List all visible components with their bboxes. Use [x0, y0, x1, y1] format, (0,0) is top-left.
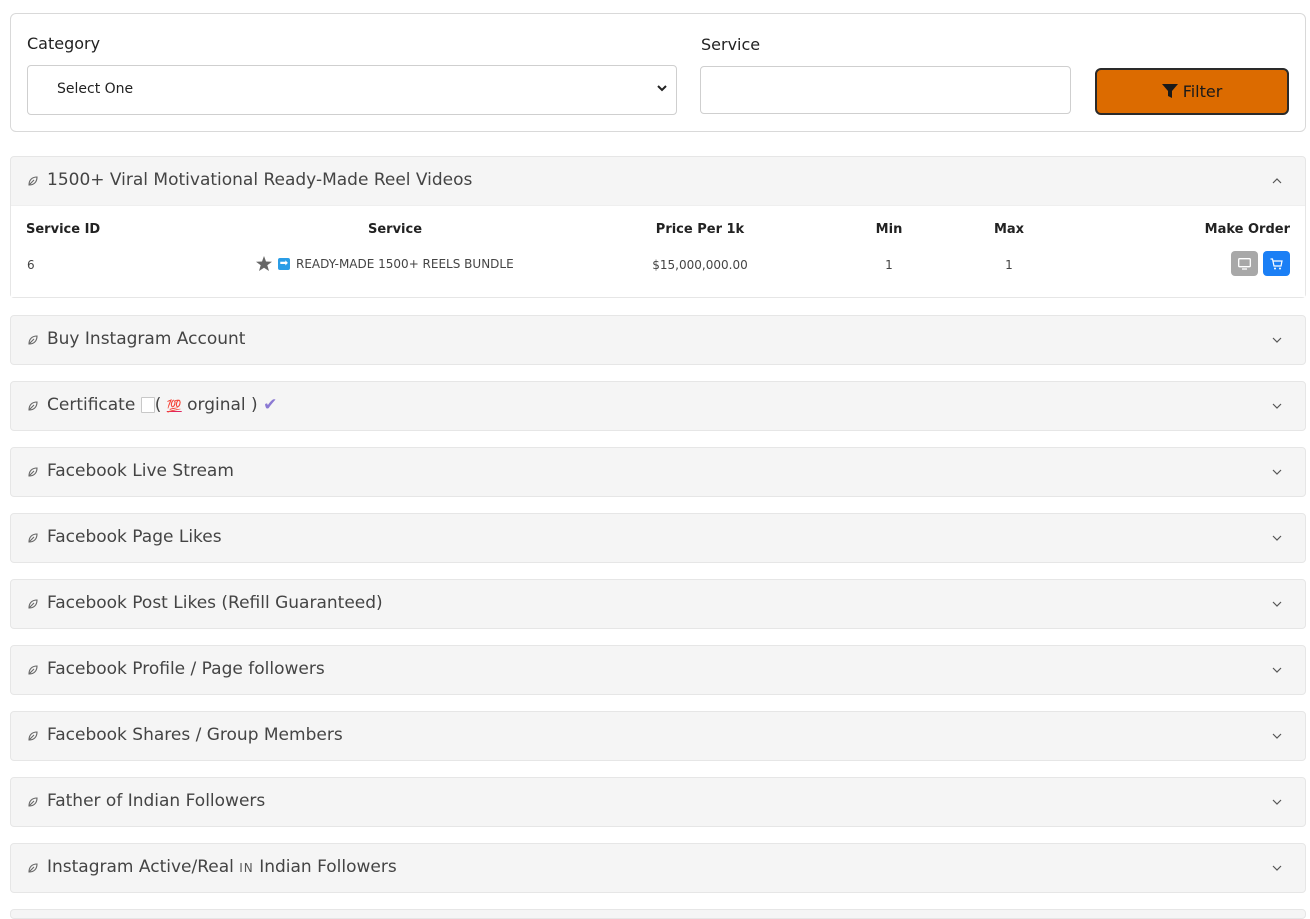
col-header-make-order: Make Order	[1204, 222, 1290, 237]
category-accordion[interactable]: Instagram Active/Real IN Indian Follower…	[10, 843, 1306, 893]
memo-icon	[140, 397, 155, 413]
filter-button-label: Filter	[1182, 82, 1223, 101]
filter-panel: Category Select One Service Filter	[10, 13, 1306, 132]
chevron-down-icon[interactable]	[1271, 598, 1283, 610]
accordion-title: Certificate ( 💯 orginal ) ✔	[47, 395, 277, 415]
chevron-down-icon[interactable]	[1271, 730, 1283, 742]
accordion-title: Facebook Page Likes	[47, 527, 222, 547]
accordion-header[interactable]: Facebook Shares / Group Members	[11, 712, 1305, 760]
accordion-title: Instagram Active/Real IN Indian Follower…	[47, 857, 397, 877]
leaf-icon	[28, 335, 38, 345]
category-accordion[interactable]: Facebook Shares / Group Members	[10, 711, 1306, 761]
chevron-down-icon[interactable]	[1271, 862, 1283, 874]
title-text-2: orginal )	[187, 395, 258, 415]
accordion-title: Facebook Shares / Group Members	[47, 725, 343, 745]
cell-max: 1	[1005, 258, 1013, 272]
cell-price: $15,000,000.00	[652, 258, 748, 272]
accordion-header[interactable]: Father of Indian Followers	[11, 778, 1305, 826]
chevron-down-icon[interactable]	[1271, 400, 1283, 412]
leaf-icon	[28, 176, 38, 186]
accordion-header[interactable]: Buy Instagram Account	[11, 316, 1305, 364]
star-icon[interactable]	[256, 256, 272, 271]
leaf-icon	[28, 467, 38, 477]
view-details-button[interactable]	[1231, 251, 1258, 276]
category-select[interactable]: Select One	[27, 65, 677, 115]
category-accordion[interactable]: Facebook Profile / Page followers	[10, 645, 1306, 695]
chevron-down-icon[interactable]	[1271, 532, 1283, 544]
accordion-title: Father of Indian Followers	[47, 791, 266, 811]
leaf-icon	[28, 533, 38, 543]
chevron-down-icon[interactable]	[1271, 466, 1283, 478]
leaf-icon	[28, 731, 38, 741]
hundred-points-icon: 💯	[166, 399, 182, 413]
leaf-icon	[28, 863, 38, 873]
category-accordion[interactable]: Facebook Live Stream	[10, 447, 1306, 497]
category-accordion[interactable]: Facebook Post Likes (Refill Guaranteed)	[10, 579, 1306, 629]
category-accordion[interactable]: Certificate ( 💯 orginal ) ✔	[10, 381, 1306, 431]
monitor-icon	[1238, 257, 1251, 270]
category-accordion-open: 1500+ Viral Motivational Ready-Made Reel…	[10, 156, 1306, 298]
chevron-down-icon[interactable]	[1271, 664, 1283, 676]
chevron-up-icon[interactable]	[1271, 175, 1283, 187]
service-name: READY-MADE 1500+ REELS BUNDLE	[296, 256, 514, 271]
cell-min: 1	[885, 258, 893, 272]
service-input[interactable]	[700, 66, 1071, 114]
order-button[interactable]	[1263, 251, 1290, 276]
col-header-max: Max	[993, 222, 1025, 237]
category-accordion[interactable]: Buy Instagram Account	[10, 315, 1306, 365]
category-accordion-partial[interactable]	[10, 909, 1306, 919]
chevron-down-icon[interactable]	[1271, 334, 1283, 346]
accordion-header[interactable]: Facebook Page Likes	[11, 514, 1305, 562]
chevron-down-icon[interactable]	[1271, 796, 1283, 808]
service-label: Service	[701, 35, 761, 54]
col-header-service: Service	[367, 222, 423, 237]
cell-service: ➡ READY-MADE 1500+ REELS BUNDLE	[256, 256, 514, 271]
accordion-title: Facebook Post Likes (Refill Guaranteed)	[47, 593, 383, 613]
leaf-icon	[28, 797, 38, 807]
col-header-min: Min	[875, 222, 903, 237]
category-accordion[interactable]: Father of Indian Followers	[10, 777, 1306, 827]
accordion-header[interactable]: Certificate ( 💯 orginal ) ✔	[11, 382, 1305, 430]
accordion-header[interactable]: Instagram Active/Real IN Indian Follower…	[11, 844, 1305, 892]
title-paren: (	[154, 395, 162, 415]
filter-icon	[1161, 84, 1178, 98]
accordion-title: 1500+ Viral Motivational Ready-Made Reel…	[47, 170, 473, 190]
leaf-icon	[28, 599, 38, 609]
leaf-icon	[28, 665, 38, 675]
title-text: Instagram Active/Real	[47, 857, 234, 877]
leaf-icon	[28, 401, 38, 411]
arrow-right-icon: ➡	[278, 257, 290, 270]
chevron-down-icon	[657, 85, 667, 92]
category-select-value: Select One	[57, 81, 134, 97]
accordion-header[interactable]: Facebook Profile / Page followers	[11, 646, 1305, 694]
accordion-header[interactable]: 1500+ Viral Motivational Ready-Made Reel…	[11, 157, 1305, 205]
accordion-title: Facebook Profile / Page followers	[47, 659, 325, 679]
filter-button[interactable]: Filter	[1095, 68, 1289, 115]
category-accordion[interactable]: Facebook Page Likes	[10, 513, 1306, 563]
cell-service-id: 6	[27, 258, 35, 272]
title-text: Certificate	[47, 395, 136, 415]
col-header-price: Price Per 1k	[655, 222, 745, 237]
cart-icon	[1270, 257, 1283, 269]
india-flag-icon: IN	[239, 861, 254, 875]
title-text-2: Indian Followers	[259, 857, 397, 877]
col-header-service-id: Service ID	[26, 222, 101, 237]
accordion-header[interactable]: Facebook Live Stream	[11, 448, 1305, 496]
accordion-title: Facebook Live Stream	[47, 461, 234, 481]
accordion-header[interactable]: Facebook Post Likes (Refill Guaranteed)	[11, 580, 1305, 628]
accordion-title: Buy Instagram Account	[47, 329, 246, 349]
category-label: Category	[27, 34, 101, 53]
check-mark-icon: ✔	[263, 395, 278, 415]
services-table: Service ID Service Price Per 1k Min Max …	[11, 205, 1305, 297]
